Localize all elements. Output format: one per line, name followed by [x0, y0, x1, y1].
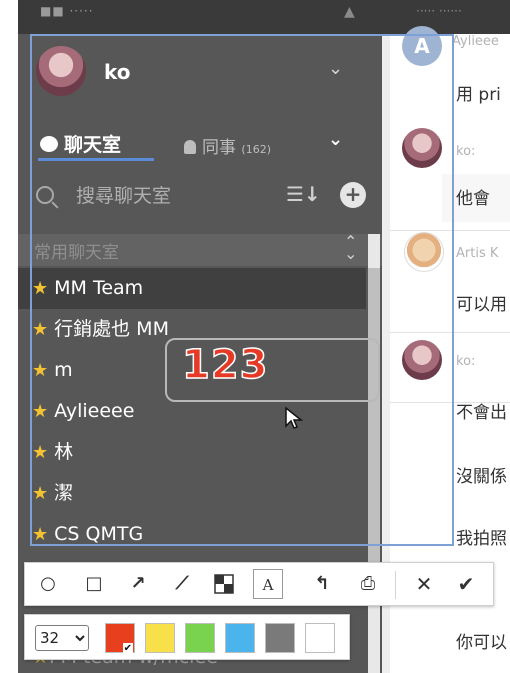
save-icon[interactable]: ⎙ — [353, 569, 383, 599]
message-text: 他會 — [456, 189, 490, 209]
undo-icon[interactable]: ↰ — [307, 569, 337, 599]
top-bar-right-text: ····· ······ — [416, 4, 462, 18]
pin-icon[interactable]: ▲ — [344, 4, 355, 20]
message-sender: Artis K — [456, 246, 499, 261]
message-text: 沒關係 — [456, 467, 507, 487]
capture-selection-frame[interactable] — [30, 34, 454, 546]
color-swatch-gray[interactable] — [265, 623, 295, 653]
arrow-tool-icon[interactable]: ↗ — [123, 569, 153, 599]
message-sender: ko: — [456, 144, 476, 159]
color-swatch-blue[interactable] — [225, 623, 255, 653]
color-swatch-red[interactable] — [105, 623, 135, 654]
color-swatch-yellow[interactable] — [145, 623, 175, 653]
annotation-toolbar: ○ □ ↗ ⟋ A ↰ ⎙ ✕ ✔ — [24, 562, 494, 606]
annotation-palette: 32 — [24, 614, 350, 660]
message-text: 你可以 — [456, 633, 507, 653]
toolbar-divider — [395, 571, 396, 599]
mosaic-tool-icon[interactable] — [209, 569, 239, 599]
message-text: 不會出 — [456, 403, 507, 423]
cancel-icon[interactable]: ✕ — [409, 569, 439, 599]
message-sender: ko: — [456, 354, 476, 369]
rectangle-tool-icon[interactable]: □ — [79, 569, 109, 599]
window-top-bar: ■■ ····· ▲ ····· ······ — [18, 0, 510, 34]
mouse-cursor-icon — [285, 406, 304, 429]
pen-tool-icon[interactable]: ⟋ — [167, 569, 197, 599]
message-text: 可以用 — [456, 295, 507, 315]
ellipse-tool-icon[interactable]: ○ — [33, 569, 63, 599]
confirm-icon[interactable]: ✔ — [451, 569, 481, 599]
color-swatch-white[interactable] — [305, 623, 335, 653]
top-bar-left-text: ■■ ····· — [40, 4, 94, 18]
message-text: 用 pri — [456, 85, 501, 105]
message-sender: Aylieee — [452, 34, 499, 49]
color-swatch-green[interactable] — [185, 623, 215, 653]
text-tool-icon[interactable]: A — [253, 569, 283, 599]
font-size-select[interactable]: 32 — [35, 625, 89, 651]
text-annotation[interactable]: 123 — [181, 341, 269, 389]
message-text: 我拍照 — [456, 529, 507, 549]
